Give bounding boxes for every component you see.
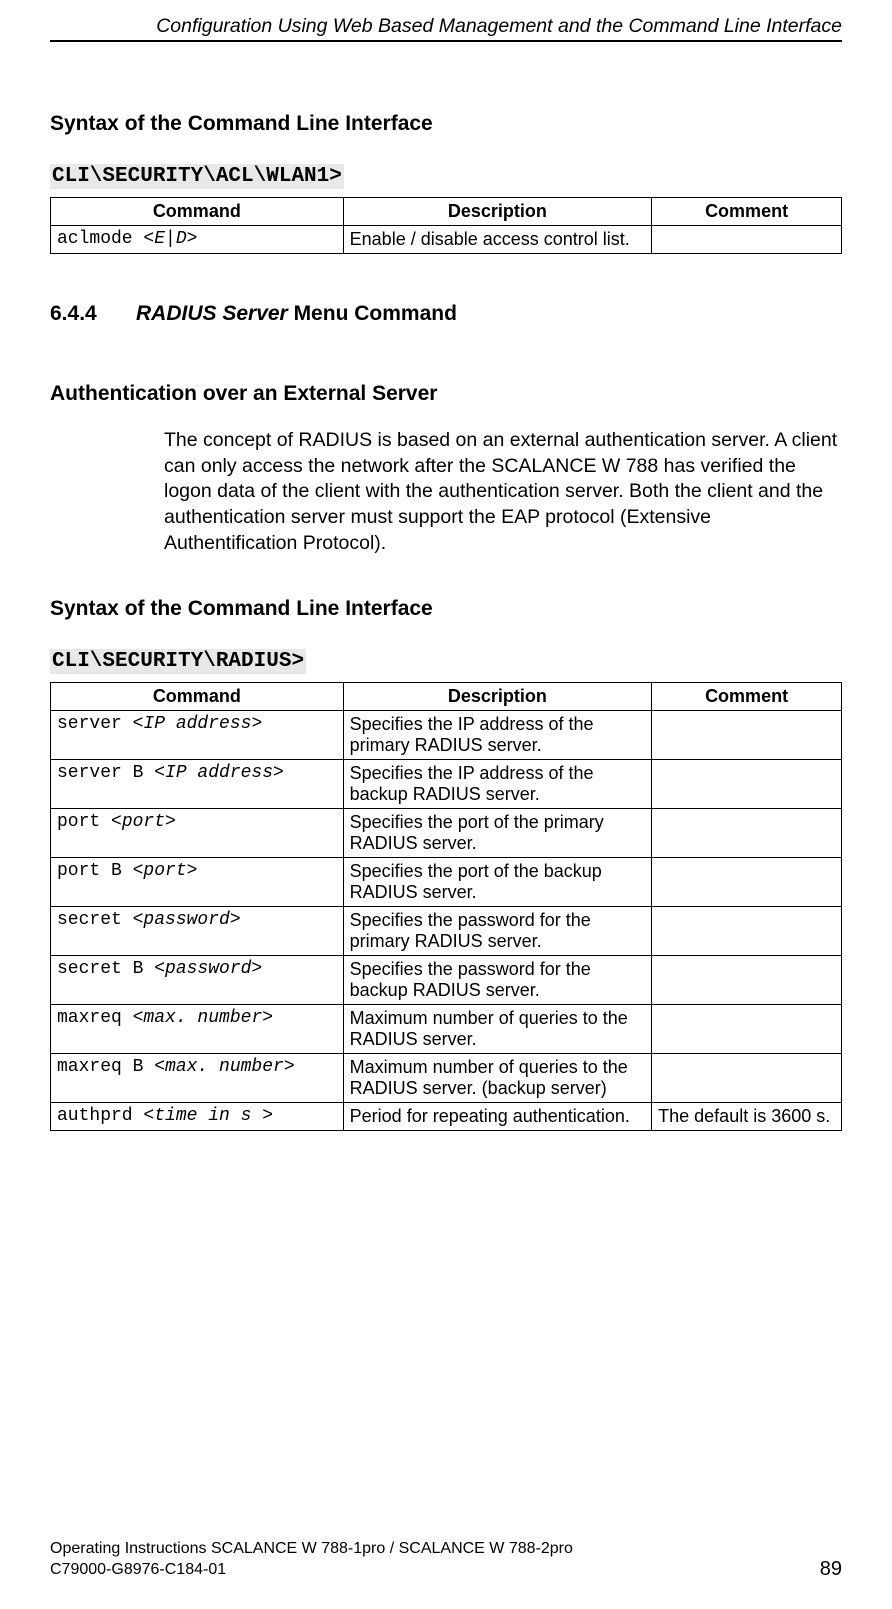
- page-number: 89: [820, 1558, 842, 1581]
- cell-command: maxreq <max. number>: [51, 1004, 344, 1053]
- cell-command: aclmode <E|D>: [51, 226, 344, 254]
- table-row: port <port> Specifies the port of the pr…: [51, 808, 842, 857]
- cell-command: authprd <time in s >: [51, 1102, 344, 1130]
- cell-comment: [652, 1053, 842, 1102]
- cell-comment: [652, 955, 842, 1004]
- cell-description: Specifies the IP address of the backup R…: [343, 759, 651, 808]
- cell-comment: [652, 906, 842, 955]
- section-title: RADIUS Server Menu Command: [136, 302, 457, 325]
- table-row: port B <port> Specifies the port of the …: [51, 857, 842, 906]
- cell-comment: [652, 808, 842, 857]
- table-row: aclmode <E|D> Enable / disable access co…: [51, 226, 842, 254]
- col-header-comment: Comment: [652, 198, 842, 226]
- table-row: secret B <password> Specifies the passwo…: [51, 955, 842, 1004]
- cell-command: port <port>: [51, 808, 344, 857]
- page-footer: Operating Instructions SCALANCE W 788-1p…: [50, 1538, 842, 1581]
- cell-command: port B <port>: [51, 857, 344, 906]
- cli-path-2: CLI\SECURITY\RADIUS>: [50, 649, 306, 674]
- header-rule: [50, 40, 842, 42]
- cli-path-1: CLI\SECURITY\ACL\WLAN1>: [50, 164, 344, 189]
- auth-paragraph: The concept of RADIUS is based on an ext…: [164, 428, 842, 557]
- cell-description: Specifies the password for the backup RA…: [343, 955, 651, 1004]
- cell-command: server B <IP address>: [51, 759, 344, 808]
- table-row: secret <password> Specifies the password…: [51, 906, 842, 955]
- auth-heading: Authentication over an External Server: [50, 382, 842, 406]
- table-row: authprd <time in s > Period for repeatin…: [51, 1102, 842, 1130]
- cell-description: Specifies the IP address of the primary …: [343, 710, 651, 759]
- section-heading-644: 6.4.4RADIUS Server Menu Command: [50, 302, 842, 326]
- syntax-heading-2: Syntax of the Command Line Interface: [50, 597, 842, 621]
- col-header-command: Command: [51, 198, 344, 226]
- syntax-heading-1: Syntax of the Command Line Interface: [50, 112, 842, 136]
- cell-comment: [652, 710, 842, 759]
- footer-line-1: Operating Instructions SCALANCE W 788-1p…: [50, 1538, 842, 1560]
- cell-description: Maximum number of queries to the RADIUS …: [343, 1053, 651, 1102]
- cell-description: Period for repeating authentication.: [343, 1102, 651, 1130]
- command-table-1: Command Description Comment aclmode <E|D…: [50, 197, 842, 254]
- cell-command: secret B <password>: [51, 955, 344, 1004]
- cell-description: Specifies the port of the backup RADIUS …: [343, 857, 651, 906]
- cell-comment: [652, 857, 842, 906]
- cell-comment: [652, 759, 842, 808]
- cell-command: maxreq B <max. number>: [51, 1053, 344, 1102]
- running-header: Configuration Using Web Based Management…: [50, 15, 842, 38]
- cell-comment: [652, 226, 842, 254]
- col-header-description: Description: [343, 682, 651, 710]
- cell-description: Specifies the password for the primary R…: [343, 906, 651, 955]
- cell-command: secret <password>: [51, 906, 344, 955]
- table-row: maxreq <max. number> Maximum number of q…: [51, 1004, 842, 1053]
- cell-comment: [652, 1004, 842, 1053]
- cell-comment: The default is 3600 s.: [652, 1102, 842, 1130]
- cell-description: Specifies the port of the primary RADIUS…: [343, 808, 651, 857]
- cell-command: server <IP address>: [51, 710, 344, 759]
- cell-description: Enable / disable access control list.: [343, 226, 651, 254]
- command-table-2: Command Description Comment server <IP a…: [50, 682, 842, 1131]
- table-row: maxreq B <max. number> Maximum number of…: [51, 1053, 842, 1102]
- col-header-command: Command: [51, 682, 344, 710]
- cell-description: Maximum number of queries to the RADIUS …: [343, 1004, 651, 1053]
- footer-line-2: C79000-G8976-C184-01: [50, 1559, 842, 1581]
- table-row: server <IP address> Specifies the IP add…: [51, 710, 842, 759]
- col-header-description: Description: [343, 198, 651, 226]
- table-row: server B <IP address> Specifies the IP a…: [51, 759, 842, 808]
- section-number: 6.4.4: [50, 302, 136, 326]
- col-header-comment: Comment: [652, 682, 842, 710]
